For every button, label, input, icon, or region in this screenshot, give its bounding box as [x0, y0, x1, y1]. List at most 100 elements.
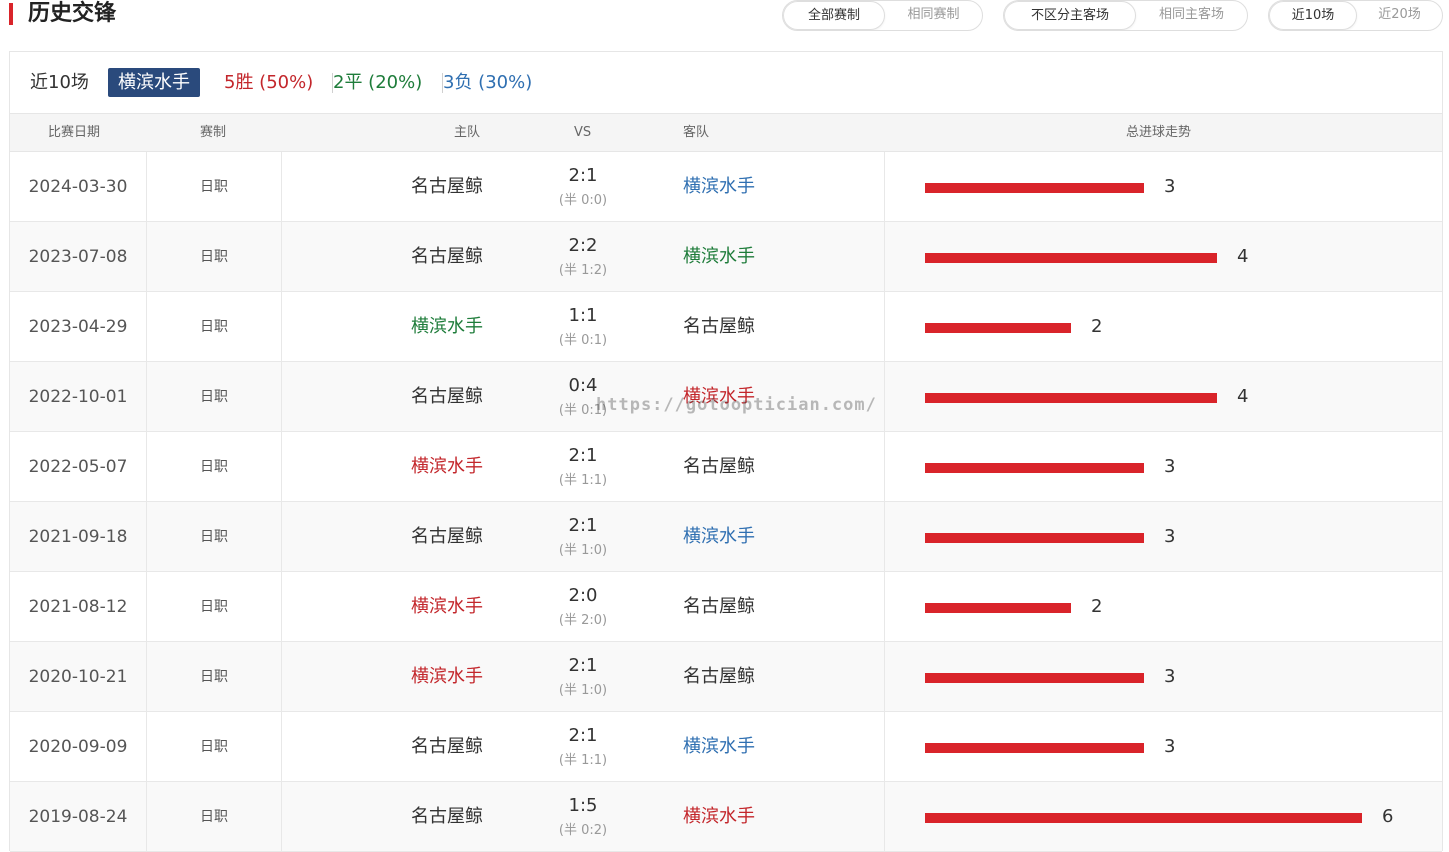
column-divider: [884, 642, 885, 712]
title-accent-bar: [9, 3, 13, 25]
h2h-panel: 近10场 横滨水手 5胜 (50%) 2平 (20%) 3负 (30%) 比赛日…: [9, 51, 1443, 852]
home-team[interactable]: 横滨水手: [411, 316, 483, 338]
draws-stat: 2平 (20%): [333, 72, 423, 93]
column-divider: [884, 502, 885, 572]
filter-same-competition[interactable]: 相同赛制: [885, 1, 982, 30]
table-row: 2023-04-29 日职 横滨水手 1:1 (半 0:1) 名古屋鲸 2: [10, 292, 1442, 362]
filter-all-competitions[interactable]: 全部赛制: [783, 1, 885, 30]
away-team[interactable]: 横滨水手: [683, 246, 755, 268]
home-team[interactable]: 横滨水手: [411, 666, 483, 688]
goal-trend-bar: [925, 463, 1144, 473]
match-competition: 日职: [200, 529, 228, 545]
match-date: 2020-10-21: [28, 667, 128, 687]
match-competition: 日职: [200, 179, 228, 195]
goal-total: 3: [1164, 456, 1176, 477]
filter-any-venue[interactable]: 不区分主客场: [1004, 1, 1136, 30]
away-team[interactable]: 横滨水手: [683, 806, 755, 828]
goal-total: 6: [1382, 806, 1394, 827]
away-team[interactable]: 名古屋鲸: [683, 316, 755, 338]
column-divider: [884, 712, 885, 782]
summary-range-label: 近10场: [30, 72, 89, 93]
full-time-score: 2:1: [568, 655, 598, 676]
half-time-score: (半 1:0): [558, 683, 608, 698]
column-divider: [281, 222, 282, 292]
away-team[interactable]: 名古屋鲸: [683, 596, 755, 618]
col-goal-trend: 总进球走势: [1126, 125, 1192, 140]
goal-total: 3: [1164, 666, 1176, 687]
home-team[interactable]: 名古屋鲸: [411, 806, 483, 828]
page-title: 历史交锋: [28, 1, 117, 26]
goal-trend-bar: [925, 393, 1217, 403]
match-competition: 日职: [200, 599, 228, 615]
match-competition: 日职: [200, 319, 228, 335]
summary-bar: 近10场 横滨水手 5胜 (50%) 2平 (20%) 3负 (30%): [10, 52, 1442, 113]
full-time-score: 0:4: [568, 375, 598, 396]
home-team[interactable]: 名古屋鲸: [411, 526, 483, 548]
venue-filter: 不区分主客场 相同主客场: [1003, 0, 1248, 31]
goal-trend-bar: [925, 183, 1144, 193]
table-row: 2020-09-09 日职 名古屋鲸 2:1 (半 1:1) 横滨水手 3: [10, 712, 1442, 782]
full-time-score: 2:2: [568, 235, 598, 256]
match-competition: 日职: [200, 739, 228, 755]
filter-last-10[interactable]: 近10场: [1269, 1, 1357, 30]
away-team[interactable]: 横滨水手: [683, 736, 755, 758]
half-time-score: (半 1:1): [558, 473, 608, 488]
goal-total: 3: [1164, 526, 1176, 547]
watermark: https://gotooptician.com/: [596, 395, 877, 415]
section-header: 历史交锋 全部赛制 相同赛制 不区分主客场 相同主客场 近10场 近20场: [0, 0, 1449, 40]
home-team[interactable]: 名古屋鲸: [411, 176, 483, 198]
match-competition: 日职: [200, 389, 228, 405]
table-row: 2022-05-07 日职 横滨水手 2:1 (半 1:1) 名古屋鲸 3: [10, 432, 1442, 502]
full-time-score: 2:1: [568, 165, 598, 186]
half-time-score: (半 2:0): [558, 613, 608, 628]
column-divider: [884, 362, 885, 432]
match-date: 2023-04-29: [28, 317, 128, 337]
table-header: 比赛日期 赛制 主队 VS 客队 总进球走势: [10, 113, 1442, 152]
home-team[interactable]: 横滨水手: [411, 596, 483, 618]
losses-stat: 3负 (30%): [443, 72, 533, 93]
column-divider: [281, 712, 282, 782]
column-divider: [884, 572, 885, 642]
full-time-score: 1:5: [568, 795, 598, 816]
table-row: 2021-09-18 日职 名古屋鲸 2:1 (半 1:0) 横滨水手 3: [10, 502, 1442, 572]
half-time-score: (半 1:0): [558, 543, 608, 558]
full-time-score: 2:1: [568, 725, 598, 746]
col-competition: 赛制: [200, 125, 227, 140]
home-team[interactable]: 横滨水手: [411, 456, 483, 478]
full-time-score: 2:1: [568, 515, 598, 536]
away-team[interactable]: 名古屋鲸: [683, 666, 755, 688]
column-divider: [281, 362, 282, 432]
goal-trend-bar: [925, 813, 1362, 823]
half-time-score: (半 0:1): [558, 333, 608, 348]
column-divider: [281, 152, 282, 222]
away-team[interactable]: 横滨水手: [683, 526, 755, 548]
home-team[interactable]: 名古屋鲸: [411, 246, 483, 268]
full-time-score: 2:1: [568, 445, 598, 466]
team-badge: 横滨水手: [108, 68, 200, 97]
half-time-score: (半 1:1): [558, 753, 608, 768]
column-divider: [281, 432, 282, 502]
match-date: 2021-08-12: [28, 597, 128, 617]
column-divider: [281, 642, 282, 712]
col-date: 比赛日期: [48, 125, 101, 140]
column-divider: [884, 292, 885, 362]
filter-last-20[interactable]: 近20场: [1357, 1, 1442, 30]
goal-trend-bar: [925, 253, 1217, 263]
home-team[interactable]: 名古屋鲸: [411, 736, 483, 758]
goal-total: 3: [1164, 176, 1176, 197]
goal-total: 3: [1164, 736, 1176, 757]
competition-filter: 全部赛制 相同赛制: [782, 0, 983, 31]
goal-total: 2: [1091, 596, 1103, 617]
away-team[interactable]: 横滨水手: [683, 176, 755, 198]
match-date: 2022-10-01: [28, 387, 128, 407]
goal-trend-bar: [925, 673, 1144, 683]
home-team[interactable]: 名古屋鲸: [411, 386, 483, 408]
match-date: 2021-09-18: [28, 527, 128, 547]
away-team[interactable]: 名古屋鲸: [683, 456, 755, 478]
goal-total: 4: [1237, 386, 1249, 407]
table-row: 2024-03-30 日职 名古屋鲸 2:1 (半 0:0) 横滨水手 3: [10, 152, 1442, 222]
wins-stat: 5胜 (50%): [224, 72, 314, 93]
goal-trend-bar: [925, 603, 1071, 613]
filter-same-venue[interactable]: 相同主客场: [1136, 1, 1247, 30]
col-home: 主队: [454, 125, 481, 140]
